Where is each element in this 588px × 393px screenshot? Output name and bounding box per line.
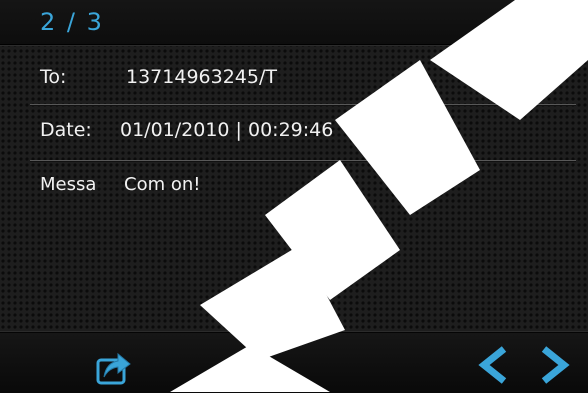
to-label: To:: [40, 66, 67, 88]
previous-message-button[interactable]: [476, 345, 516, 385]
to-value: 13714963245/T: [126, 66, 277, 88]
footer-bar: [0, 332, 588, 393]
page-indicator: 2 / 3: [40, 8, 104, 36]
chevron-right-icon: [541, 346, 570, 384]
next-message-button[interactable]: [534, 345, 574, 385]
back-button[interactable]: [530, 12, 572, 46]
divider: [30, 160, 576, 161]
date-value: 01/01/2010 | 00:29:46: [120, 119, 334, 141]
chevron-left-icon: [478, 346, 507, 384]
forward-message-button[interactable]: [94, 347, 134, 387]
message-body: Com on!: [124, 174, 201, 195]
header-bar: 2 / 3: [0, 0, 588, 45]
share-forward-icon: [96, 352, 131, 385]
date-label: Date:: [40, 119, 92, 141]
message-label: Messa: [40, 174, 97, 195]
divider: [30, 104, 576, 105]
return-arrow-icon: [536, 14, 566, 44]
